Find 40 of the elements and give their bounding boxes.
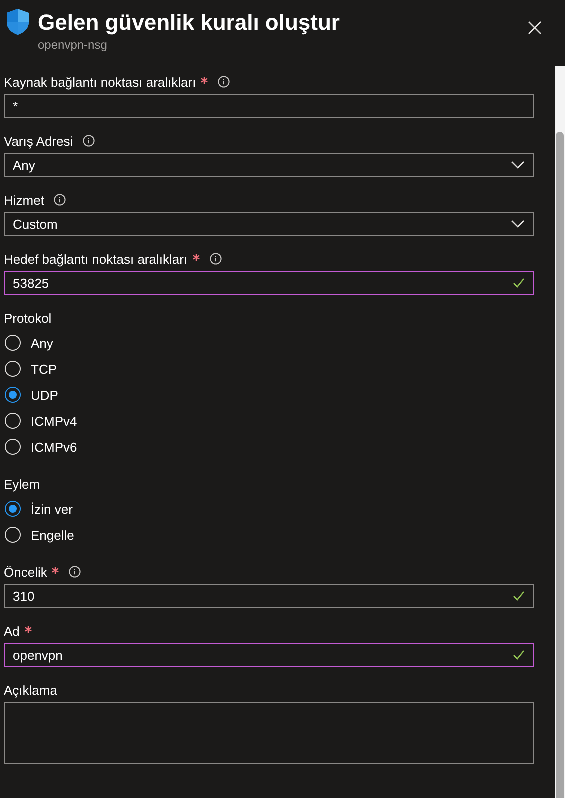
radio-option[interactable]: TCP	[4, 356, 57, 382]
info-icon[interactable]	[210, 253, 222, 265]
radio-option[interactable]: Engelle	[4, 522, 74, 548]
field-label: Ad	[4, 624, 20, 638]
input-field[interactable]: openvpn	[4, 643, 534, 667]
chevron-down-icon	[511, 220, 525, 228]
checkmark-icon	[513, 591, 525, 601]
field-label: Açıklama	[4, 682, 58, 698]
input-field[interactable]: *	[4, 94, 534, 118]
checkmark-icon	[513, 278, 525, 288]
input-field[interactable]: 53825	[4, 271, 534, 295]
close-button[interactable]	[527, 20, 543, 36]
checkmark-icon	[513, 650, 525, 660]
dropdown[interactable]: Any	[4, 153, 534, 177]
shield-icon	[6, 8, 30, 36]
radio-option[interactable]: ICMPv6	[4, 434, 78, 460]
radio-option[interactable]: İzin ver	[4, 496, 73, 522]
radio-option[interactable]: Any	[4, 330, 54, 356]
scrollbar[interactable]	[555, 66, 565, 798]
field-label: Varış Adresi	[4, 134, 74, 148]
field-label: Hizmet	[4, 192, 44, 208]
field-label: Öncelik	[4, 564, 48, 580]
field-label: Kaynak bağlantı noktası aralıkları	[4, 74, 196, 90]
panel-title: Gelen güvenlik kuralı oluştur	[38, 9, 341, 37]
info-icon[interactable]	[69, 566, 82, 578]
field-label: Protokol	[4, 310, 52, 326]
radio-option[interactable]: UDP	[4, 382, 58, 408]
info-icon[interactable]	[83, 135, 96, 147]
dropdown[interactable]: Custom	[4, 212, 534, 236]
chevron-down-icon	[511, 161, 525, 169]
field-label: Hedef bağlantı noktası aralıkları	[4, 252, 188, 266]
field-label: Eylem	[4, 476, 40, 492]
info-icon[interactable]	[54, 194, 66, 206]
radio-button[interactable]	[5, 501, 21, 517]
input-field[interactable]: 310	[4, 584, 534, 608]
radio-button[interactable]	[5, 387, 21, 403]
text-area[interactable]	[4, 702, 534, 764]
panel-subtitle: openvpn-nsg	[38, 38, 108, 52]
radio-option[interactable]: ICMPv4	[4, 408, 78, 434]
info-icon[interactable]	[218, 76, 230, 88]
